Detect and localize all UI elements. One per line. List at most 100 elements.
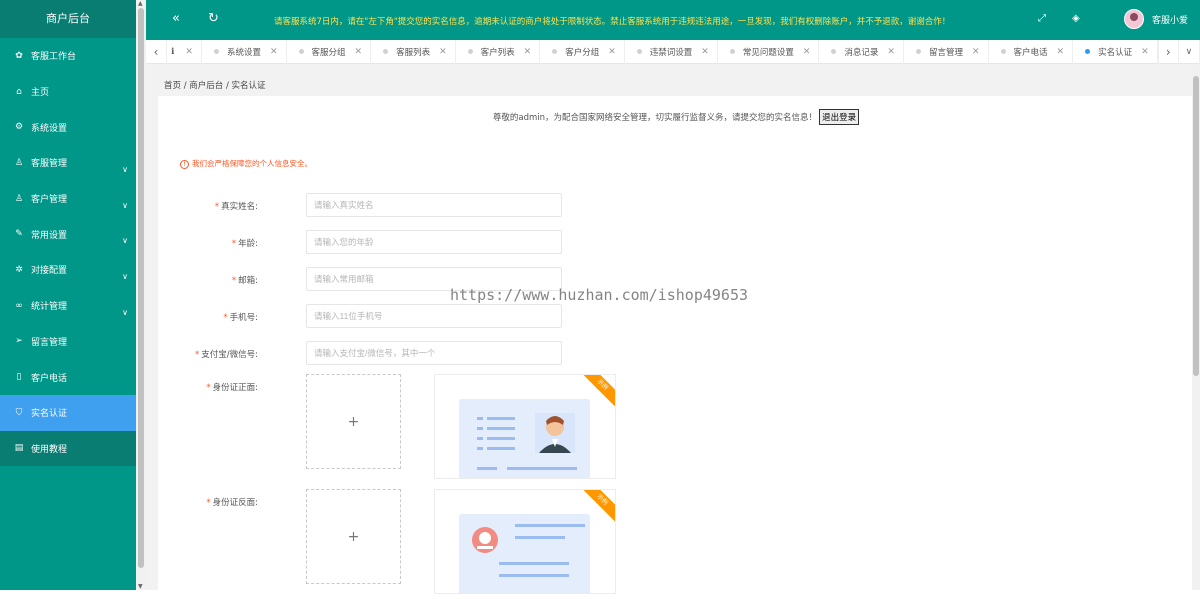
tab-label: 客服列表 xyxy=(396,47,431,58)
required-mark: * xyxy=(214,202,220,212)
close-icon[interactable]: ✕ xyxy=(701,47,709,57)
required-mark: * xyxy=(206,383,211,393)
sidebar-item-phone[interactable]: ▯ 客户电话 xyxy=(0,359,136,395)
fullscreen-icon[interactable]: ⤢ xyxy=(1038,13,1046,24)
chevron-down-icon: ∨ xyxy=(122,307,128,317)
sidebar-item-home[interactable]: ⌂ 主页 xyxy=(0,74,136,110)
close-icon[interactable]: ✕ xyxy=(887,47,895,57)
tab-banned-words[interactable]: 违禁词设置 ✕ xyxy=(625,39,718,64)
tab-home[interactable]: ℹ ✕ xyxy=(167,39,202,64)
close-icon[interactable]: ✕ xyxy=(608,47,616,57)
users-icon: ♙ xyxy=(14,193,24,204)
watermark: https://www.huzhan.com/ishop49653 xyxy=(450,286,749,304)
form-row-age: * 年龄: xyxy=(158,230,658,254)
sidebar-item-customers[interactable]: ♙ 客户管理 ∨ xyxy=(0,181,136,217)
sidebar-item-workbench[interactable]: ✿ 客服工作台 xyxy=(0,38,136,74)
tab-dot xyxy=(831,49,837,54)
tab-faq[interactable]: 常见问题设置 ✕ xyxy=(718,39,820,64)
tab-dot xyxy=(729,49,735,54)
sidebar-item-tutorial[interactable]: ▤ 使用教程 xyxy=(0,430,136,467)
tab-label: 客户电话 xyxy=(1013,47,1048,58)
settings-icon: ✲ xyxy=(15,264,23,275)
id-front-upload[interactable]: + xyxy=(306,374,401,469)
id-card-back-illustration xyxy=(459,514,590,593)
scroll-down-icon[interactable]: ▼ xyxy=(138,583,143,590)
sidebar-item-label: 对接配置 xyxy=(31,266,68,277)
tab-customer-phone[interactable]: 客户电话 ✕ xyxy=(989,39,1074,64)
age-input[interactable] xyxy=(306,230,562,254)
sidebar-item-label: 客服工作台 xyxy=(31,52,77,63)
gear-icon: ⚙ xyxy=(14,122,24,133)
tab-agent-list[interactable]: 客服列表 ✕ xyxy=(371,39,456,64)
id-front-sample: 示例 xyxy=(434,374,616,479)
id-card-front-svg xyxy=(477,413,577,470)
scrollbar-thumb[interactable] xyxy=(138,8,144,568)
form-row-phone: * 手机号: xyxy=(158,304,658,328)
tab-system[interactable]: 系统设置 ✕ xyxy=(202,39,287,64)
phone-input[interactable] xyxy=(306,304,562,328)
tab-guestbook[interactable]: 留言管理 ✕ xyxy=(904,39,989,64)
tab-customer-list[interactable]: 客户列表 ✕ xyxy=(456,39,541,64)
collapse-icon[interactable]: « xyxy=(172,11,180,26)
sidebar-item-system[interactable]: ⚙ 系统设置 xyxy=(0,109,136,145)
age-label: * 年龄: xyxy=(232,237,258,249)
tab-dot xyxy=(636,49,642,54)
tab-dot xyxy=(467,49,473,54)
tabs-menu-icon[interactable]: ∨ xyxy=(1179,39,1200,64)
logout-button[interactable]: 退出登录 xyxy=(819,109,860,125)
form-row-pay: * 支付宝/微信号: xyxy=(158,341,658,365)
scroll-up-icon[interactable]: ▲ xyxy=(138,0,143,7)
layers-icon[interactable]: ◈ xyxy=(1072,13,1080,24)
phone-label-text: 手机号: xyxy=(229,313,258,323)
close-icon[interactable]: ✕ xyxy=(270,47,278,57)
tab-agent-group[interactable]: 客服分组 ✕ xyxy=(287,39,372,64)
sidebar-item-stats[interactable]: ∞ 统计管理 ∨ xyxy=(0,288,136,324)
required-mark: * xyxy=(206,498,211,508)
avatar xyxy=(1123,9,1144,29)
tab-label: 系统设置 xyxy=(226,47,261,58)
sidebar-item-label: 系统设置 xyxy=(31,123,68,134)
close-icon[interactable]: ✕ xyxy=(185,47,193,57)
content-scrollbar[interactable] xyxy=(1192,64,1200,590)
close-icon[interactable]: ✕ xyxy=(355,47,363,57)
pay-label: * 支付宝/微信号: xyxy=(195,348,258,360)
sidebar-item-verify[interactable]: ⛉ 实名认证 xyxy=(0,394,136,431)
user-menu[interactable]: 客服小爱 xyxy=(1123,9,1188,29)
scrollbar-thumb[interactable] xyxy=(1193,76,1199,376)
sidebar-item-messages[interactable]: ➢ 留言管理 xyxy=(0,324,136,360)
tabs-prev-icon[interactable]: ‹ xyxy=(146,39,168,64)
tab-label: 违禁词设置 xyxy=(649,47,693,58)
welcome-line: 尊敬的admin，为配合国家网络安全管理，切实履行监督义务，请提交您的实名信息！… xyxy=(158,109,1194,125)
close-icon[interactable]: ✕ xyxy=(803,47,811,57)
sidebar-item-label: 常用设置 xyxy=(31,230,68,241)
refresh-icon[interactable]: ↻ xyxy=(208,11,219,26)
tab-customer-group[interactable]: 客户分组 ✕ xyxy=(540,39,625,64)
close-icon[interactable]: ✕ xyxy=(972,47,980,57)
sidebar-item-label: 客户管理 xyxy=(31,195,68,206)
sidebar-scrollbar[interactable]: ▲ ▼ xyxy=(136,0,146,590)
sidebar-item-agents[interactable]: ♙ 客服管理 ∨ xyxy=(0,145,136,181)
id-front-label: * 身份证正面: xyxy=(206,381,258,393)
id-front-label-text: 身份证正面: xyxy=(212,383,258,393)
tab-label: 常见问题设置 xyxy=(742,47,794,58)
close-icon[interactable]: ✕ xyxy=(1141,47,1149,57)
sidebar: 商户后台 ✿ 客服工作台 ⌂ 主页 ⚙ 系统设置 ♙ 客服管理 ∨ ♙ 客户管理 ∨ ✎ 常用设… xyxy=(0,0,136,590)
tabs-next-icon[interactable]: › xyxy=(1157,39,1179,64)
id-back-upload[interactable]: + xyxy=(306,489,401,584)
close-icon[interactable]: ✕ xyxy=(439,47,447,57)
close-icon[interactable]: ✕ xyxy=(524,47,532,57)
form-row-id-front: * 身份证正面: + 示例 xyxy=(158,374,658,484)
tab-dot xyxy=(1000,49,1006,54)
tab-message-log[interactable]: 消息记录 ✕ xyxy=(819,39,904,64)
tab-label: 实名认证 xyxy=(1098,47,1133,58)
sidebar-item-integration[interactable]: ✲ 对接配置 ∨ xyxy=(0,252,136,288)
tip-text: 我们会严格保障您的个人信息安全。 xyxy=(192,159,312,168)
notice-text: 请客服系统7日内，请在"左下角"提交您的实名信息，逾期未认证的商户将处于限制状态… xyxy=(274,17,951,27)
close-icon[interactable]: ✕ xyxy=(1057,47,1065,57)
pay-account-input[interactable] xyxy=(306,341,562,365)
sidebar-item-label: 客服管理 xyxy=(31,159,68,170)
sidebar-item-common[interactable]: ✎ 常用设置 ∨ xyxy=(0,216,136,252)
book-icon: ▤ xyxy=(14,443,24,454)
tab-verify[interactable]: 实名认证 ✕ xyxy=(1073,39,1158,64)
name-input[interactable] xyxy=(306,193,562,217)
